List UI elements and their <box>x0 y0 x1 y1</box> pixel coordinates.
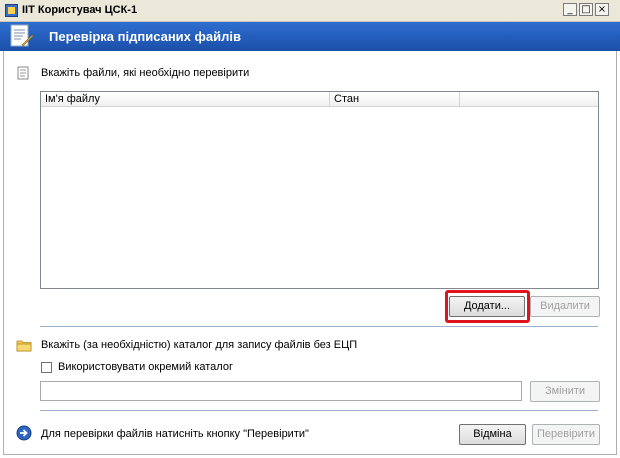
verify-button[interactable]: Перевірити <box>532 424 600 445</box>
close-button[interactable]: × <box>595 3 609 16</box>
catalog-section-label: Вкажіть (за необхідністю) каталог для за… <box>41 339 358 351</box>
footer-hint: Для перевірки файлів натисніть кнопку "П… <box>41 428 309 440</box>
file-list-header: Ім'я файлу Стан <box>41 92 598 107</box>
app-icon <box>5 4 18 17</box>
minimize-button[interactable]: _ <box>563 3 577 16</box>
folder-icon <box>16 340 32 352</box>
window-title: ІІТ Користувач ЦСК-1 <box>22 4 138 16</box>
maximize-button[interactable]: □ <box>579 3 593 16</box>
document-sign-icon <box>10 24 34 47</box>
column-header-status[interactable]: Стан <box>330 92 460 106</box>
page-title: Перевірка підписаних файлів <box>49 29 241 44</box>
separator <box>40 410 598 411</box>
cancel-button[interactable]: Відміна <box>459 424 526 445</box>
file-list[interactable]: Ім'я файлу Стан <box>40 91 599 289</box>
change-catalog-button[interactable]: Змінити <box>530 381 600 402</box>
catalog-path-field[interactable] <box>40 381 522 401</box>
delete-file-button[interactable]: Видалити <box>530 296 600 317</box>
arrow-next-icon <box>16 425 32 441</box>
separate-catalog-checkbox[interactable] <box>41 362 52 373</box>
separate-catalog-checkbox-label[interactable]: Використовувати окремий каталог <box>58 361 233 373</box>
window-title-bar[interactable]: ІІТ Користувач ЦСК-1 _ □ × <box>0 0 620 22</box>
file-list-icon <box>17 66 29 80</box>
add-file-button[interactable]: Додати... <box>449 296 525 317</box>
separator <box>40 326 598 327</box>
column-header-filename[interactable]: Ім'я файлу <box>41 92 330 106</box>
files-section-label: Вкажіть файли, які необхідно перевірити <box>41 67 250 79</box>
wizard-header: Перевірка підписаних файлів <box>0 22 620 51</box>
